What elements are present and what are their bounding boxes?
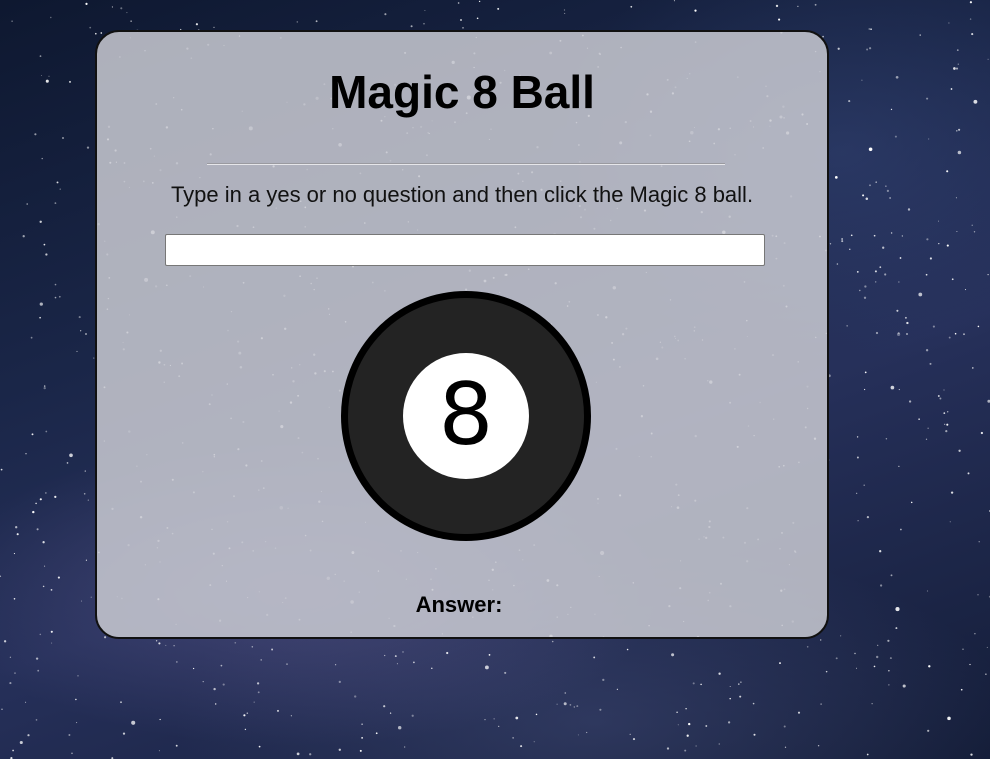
page-title: Magic 8 Ball bbox=[329, 66, 595, 118]
ball-number-window: 8 bbox=[403, 353, 529, 479]
ball-number: 8 bbox=[438, 365, 494, 465]
instructions-text: Type in a yes or no question and then cl… bbox=[170, 182, 754, 207]
magic-8-ball-card: Magic 8 Ball Type in a yes or no questio… bbox=[95, 30, 829, 639]
divider bbox=[207, 163, 725, 165]
magic-8-ball-button[interactable]: 8 bbox=[341, 291, 591, 541]
answer-label: Answer: bbox=[415, 592, 503, 617]
answer-line: Answer: bbox=[97, 592, 827, 618]
question-input[interactable] bbox=[165, 234, 765, 266]
